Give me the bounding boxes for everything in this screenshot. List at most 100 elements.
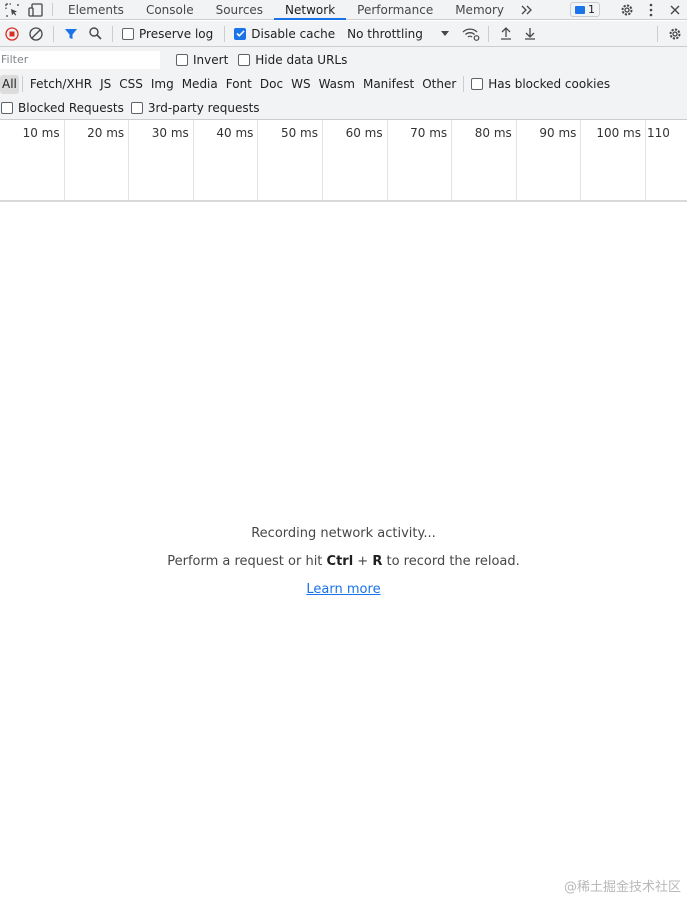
checkbox-box[interactable] xyxy=(130,101,143,114)
settings-gear-icon xyxy=(669,28,681,39)
reload-hint: Perform a request or hit Ctrl + R to rec… xyxy=(0,554,687,574)
filter-input[interactable]: Filter xyxy=(0,50,160,69)
filter-row: Filter Invert Hide data URLs xyxy=(0,47,687,72)
has-blocked-cookies-checkbox[interactable]: Has blocked cookies xyxy=(471,77,610,91)
checkbox-box[interactable] xyxy=(471,78,484,90)
checkbox-box-checked[interactable] xyxy=(234,27,247,40)
checkbox-box[interactable] xyxy=(122,27,134,40)
disable-cache-checkbox[interactable]: Disable cache xyxy=(234,27,335,41)
hide-data-urls-label: Hide data URLs xyxy=(255,52,348,67)
learn-more-link[interactable]: Learn more xyxy=(306,582,380,597)
toolbar-separator xyxy=(487,25,489,42)
settings-gear-icon[interactable] xyxy=(615,3,639,17)
preserve-log-label: Preserve log xyxy=(139,26,214,41)
message-icon xyxy=(575,5,585,14)
timeline-tick-label: 80 ms xyxy=(452,120,517,200)
recording-message: Recording network activity... xyxy=(251,526,436,541)
preserve-log-checkbox[interactable]: Preserve log xyxy=(122,27,213,41)
issues-badge[interactable]: 1 xyxy=(570,2,600,17)
tab-console[interactable]: Console xyxy=(135,0,205,19)
toolbar-separator xyxy=(112,25,113,42)
export-har-button[interactable] xyxy=(518,22,542,46)
blocked-requests-checkbox[interactable]: Blocked Requests xyxy=(1,101,124,115)
type-separator xyxy=(21,76,23,92)
type-filter-css[interactable]: CSS xyxy=(115,75,147,94)
toolbar-separator xyxy=(224,25,226,42)
record-button[interactable] xyxy=(0,22,24,46)
toolbar-separator xyxy=(53,25,54,42)
timeline-tick-label: 10 ms xyxy=(0,120,65,200)
type-filter-img[interactable]: Img xyxy=(147,75,178,94)
type-filter-js[interactable]: JS xyxy=(96,75,115,94)
network-settings-button[interactable] xyxy=(663,22,687,46)
type-filter-font[interactable]: Font xyxy=(222,75,256,94)
blocked-filter-row: Blocked Requests 3rd-party requests xyxy=(0,96,687,120)
toolbar-separator xyxy=(657,25,658,42)
stop-recording-icon xyxy=(5,26,19,41)
tab-elements[interactable]: Elements xyxy=(57,0,135,19)
timeline-tick-label: 70 ms xyxy=(388,120,453,200)
invert-label: Invert xyxy=(193,52,229,67)
device-toolbar-icon[interactable] xyxy=(24,0,48,19)
tab-memory[interactable]: Memory xyxy=(444,0,515,19)
search-icon xyxy=(88,27,102,40)
clear-button[interactable] xyxy=(24,22,48,46)
toolbar-right xyxy=(652,22,687,46)
type-filter-all[interactable]: All xyxy=(0,74,19,94)
timeline-tick-label: 20 ms xyxy=(65,120,130,200)
timeline-tick-label: 30 ms xyxy=(129,120,194,200)
tab-bar-actions: 1 xyxy=(570,0,687,19)
upload-icon xyxy=(500,27,511,40)
timeline-tick-label: 50 ms xyxy=(258,120,323,200)
kebab-menu-icon[interactable] xyxy=(639,3,663,17)
empty-state: Recording network activity... Perform a … xyxy=(0,526,687,597)
import-har-button[interactable] xyxy=(494,22,518,46)
filter-button[interactable] xyxy=(59,22,83,46)
issues-count: 1 xyxy=(588,3,595,16)
blocked-requests-label: Blocked Requests xyxy=(18,100,124,115)
network-toolbar: Preserve log Disable cache No throttling xyxy=(0,21,687,47)
wifi-settings-icon xyxy=(462,27,480,41)
shortcut-ctrl: Ctrl xyxy=(326,554,354,569)
timeline-tick-label: 90 ms xyxy=(517,120,582,200)
type-separator xyxy=(463,76,465,92)
has-blocked-cookies-label: Has blocked cookies xyxy=(488,77,611,91)
shortcut-plus: + xyxy=(353,554,373,569)
tab-network[interactable]: Network xyxy=(274,0,347,20)
tab-sources[interactable]: Sources xyxy=(205,0,274,19)
watermark: @稀土掘金技术社区 xyxy=(563,880,681,895)
tab-performance[interactable]: Performance xyxy=(346,0,444,19)
throttling-select[interactable]: No throttling xyxy=(347,27,449,41)
hide-data-urls-checkbox[interactable]: Hide data URLs xyxy=(238,53,347,67)
tab-separator xyxy=(52,3,53,16)
resource-type-filter-row: All Fetch/XHR JS CSS Img Media Font Doc … xyxy=(0,72,687,96)
type-filter-fetch-xhr[interactable]: Fetch/XHR xyxy=(26,75,96,94)
type-filter-doc[interactable]: Doc xyxy=(256,75,287,94)
reload-hint-suffix: to record the reload. xyxy=(382,554,520,569)
inspect-element-icon[interactable] xyxy=(0,0,24,19)
disable-cache-label: Disable cache xyxy=(251,26,336,41)
checkbox-box[interactable] xyxy=(176,53,188,66)
third-party-requests-checkbox[interactable]: 3rd-party requests xyxy=(130,101,260,115)
type-filter-other[interactable]: Other xyxy=(418,75,460,94)
timeline-tick-label: 60 ms xyxy=(323,120,388,200)
type-filter-wasm[interactable]: Wasm xyxy=(315,75,359,94)
reload-hint-prefix: Perform a request or hit xyxy=(167,554,327,569)
type-filter-manifest[interactable]: Manifest xyxy=(359,75,418,94)
invert-checkbox[interactable]: Invert xyxy=(176,53,228,67)
chevron-down-icon xyxy=(440,31,449,36)
type-filter-media[interactable]: Media xyxy=(178,75,222,94)
clear-icon xyxy=(29,26,43,41)
search-button[interactable] xyxy=(83,22,107,46)
type-filter-ws[interactable]: WS xyxy=(287,75,314,94)
checkbox-box[interactable] xyxy=(238,53,251,66)
more-tabs-chevron-icon[interactable] xyxy=(515,0,539,19)
throttling-value: No throttling xyxy=(347,26,423,41)
devtools-tab-bar: Elements Console Sources Network Perform… xyxy=(0,0,687,20)
network-overview-timeline[interactable]: 10 ms 20 ms 30 ms 40 ms 50 ms 60 ms 70 ms 80 ms… xyxy=(0,120,687,202)
download-icon xyxy=(524,28,535,40)
checkbox-box[interactable] xyxy=(1,101,13,114)
network-conditions-button[interactable] xyxy=(459,22,483,46)
close-icon[interactable] xyxy=(663,5,687,15)
filter-funnel-icon xyxy=(65,28,77,39)
